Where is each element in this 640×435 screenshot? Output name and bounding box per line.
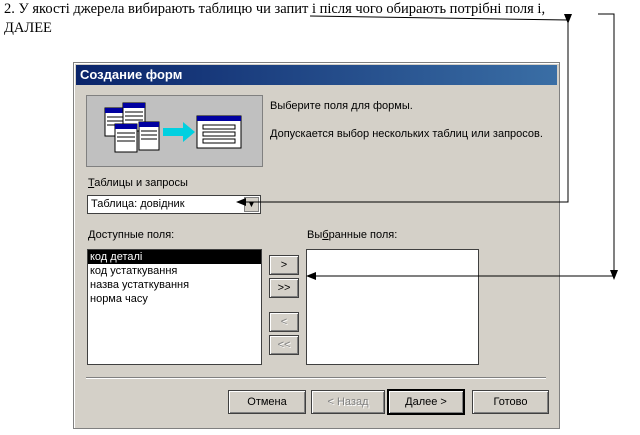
intro-line-2: Допускается выбор нескольких таблиц или … [270, 128, 543, 140]
form-wizard-dialog: Создание форм Выберите поля для формы. Д… [73, 62, 560, 429]
add-field-button[interactable]: > [269, 255, 299, 275]
remove-all-fields-button[interactable]: << [269, 335, 299, 355]
next-button[interactable]: Далее > [387, 389, 465, 415]
form-wizard-illustration-icon [104, 102, 242, 153]
tables-combobox-value: Таблица: довідник [91, 198, 185, 210]
selected-fields-label-rest: ранные поля: [328, 229, 398, 241]
form-wizard-illustration [86, 95, 263, 167]
finish-button[interactable]: Готово [472, 390, 549, 414]
list-item[interactable]: код устаткування [88, 264, 261, 278]
dialog-title: Создание форм [76, 65, 557, 85]
dialog-separator [86, 377, 546, 379]
list-item[interactable]: код деталі [88, 250, 261, 264]
cancel-button[interactable]: Отмена [228, 390, 306, 414]
selected-fields-list[interactable] [306, 249, 479, 365]
add-all-fields-button[interactable]: >> [269, 278, 299, 298]
selected-fields-label-pre: Вы [307, 229, 323, 241]
list-item[interactable]: норма часу [88, 292, 261, 306]
intro-line-1: Выберите поля для формы. [270, 100, 413, 112]
arrowhead-icon [610, 270, 618, 280]
tables-combobox[interactable]: Таблица: довідник ▼ [87, 195, 261, 214]
available-fields-label-accel: Д [88, 229, 96, 241]
intro-text: Выберите поля для формы. Допускается выб… [270, 99, 550, 155]
remove-field-button[interactable]: < [269, 312, 299, 332]
chevron-down-icon[interactable]: ▼ [244, 197, 259, 212]
available-fields-label: Доступные поля: [88, 229, 174, 241]
available-fields-list[interactable]: код деталі код устаткування назва устатк… [87, 249, 262, 365]
caption-line-1: 2. У якості джерела вибирають таблицю чи… [4, 1, 546, 17]
instruction-caption: 2. У якості джерела вибирають таблицю чи… [4, 0, 624, 38]
back-button[interactable]: < Назад [311, 390, 385, 414]
available-fields-label-rest: оступные поля: [95, 229, 175, 241]
list-item[interactable]: назва устаткування [88, 278, 261, 292]
selected-fields-label: Выбранные поля: [307, 229, 397, 241]
tables-label: Таблицы и запросы [88, 177, 188, 189]
caption-line-2: ДАЛЕЕ [4, 20, 52, 36]
tables-label-rest: аблицы и запросы [94, 177, 188, 189]
